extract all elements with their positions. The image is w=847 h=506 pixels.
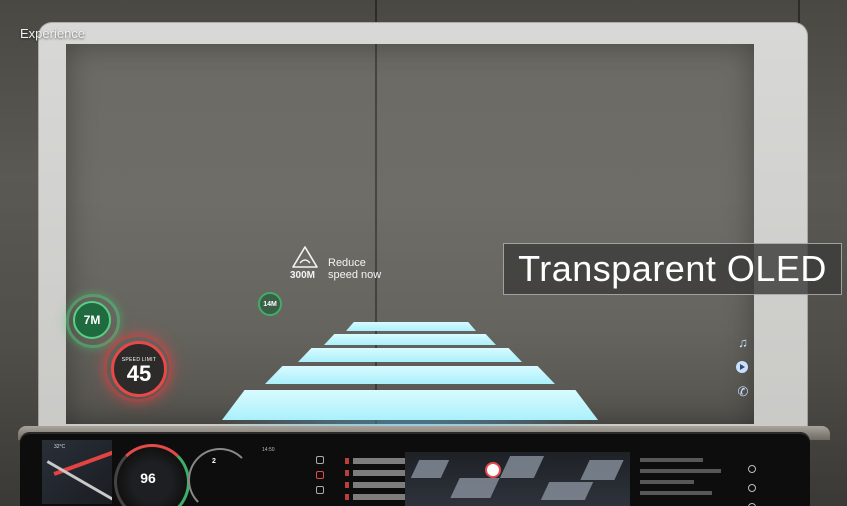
- list-item[interactable]: [345, 482, 405, 488]
- warning-message: Reduce speed now: [328, 257, 381, 281]
- video-frame: Experience 300M Reduce speed now 14M 7M …: [0, 0, 847, 506]
- temperature: 32°C: [54, 444, 66, 450]
- lane-stripe: [298, 348, 522, 362]
- climate-controls: [745, 462, 773, 506]
- mini-map: [42, 440, 112, 504]
- speed-limit-sign: SPEED LIMIT 45: [111, 341, 167, 397]
- speedometer-value: 96: [140, 470, 156, 486]
- dashboard-clock: 14:50: [262, 447, 275, 453]
- play-icon[interactable]: [736, 361, 750, 375]
- media-button[interactable]: [316, 456, 324, 464]
- media-button[interactable]: [316, 471, 324, 479]
- list-item[interactable]: [345, 458, 405, 464]
- video-caption: Transparent OLED: [503, 243, 842, 295]
- channel-label: Experience: [20, 26, 86, 41]
- 3d-navigation-map: [405, 452, 630, 506]
- warning-triangle-icon: [292, 246, 318, 268]
- media-list: [345, 458, 405, 506]
- media-controls: [312, 456, 328, 502]
- lane-stripe: [324, 334, 496, 345]
- lane-stripe: [346, 322, 476, 331]
- list-item[interactable]: [345, 470, 405, 476]
- nav-distance: 2: [212, 458, 216, 465]
- map-pin-icon: [485, 462, 501, 478]
- warning-line-1: Reduce: [328, 257, 366, 269]
- lane-stripe: [222, 390, 598, 420]
- music-note-icon[interactable]: ♫: [736, 336, 750, 350]
- nav-gauge: [188, 448, 252, 506]
- lane-stripe: [265, 366, 555, 384]
- speed-limit-value: 45: [126, 360, 152, 386]
- warning-distance: 300M: [290, 270, 316, 281]
- media-button[interactable]: [316, 486, 324, 494]
- info-panel: [640, 458, 730, 502]
- fan-icon[interactable]: [748, 484, 756, 492]
- phone-icon[interactable]: ✆: [736, 385, 750, 399]
- seat-icon[interactable]: [748, 465, 756, 473]
- list-item[interactable]: [345, 494, 405, 500]
- warning-line-2: speed now: [328, 269, 382, 281]
- distance-marker: 14M: [258, 292, 282, 316]
- next-distance-badge: 7M: [73, 301, 111, 339]
